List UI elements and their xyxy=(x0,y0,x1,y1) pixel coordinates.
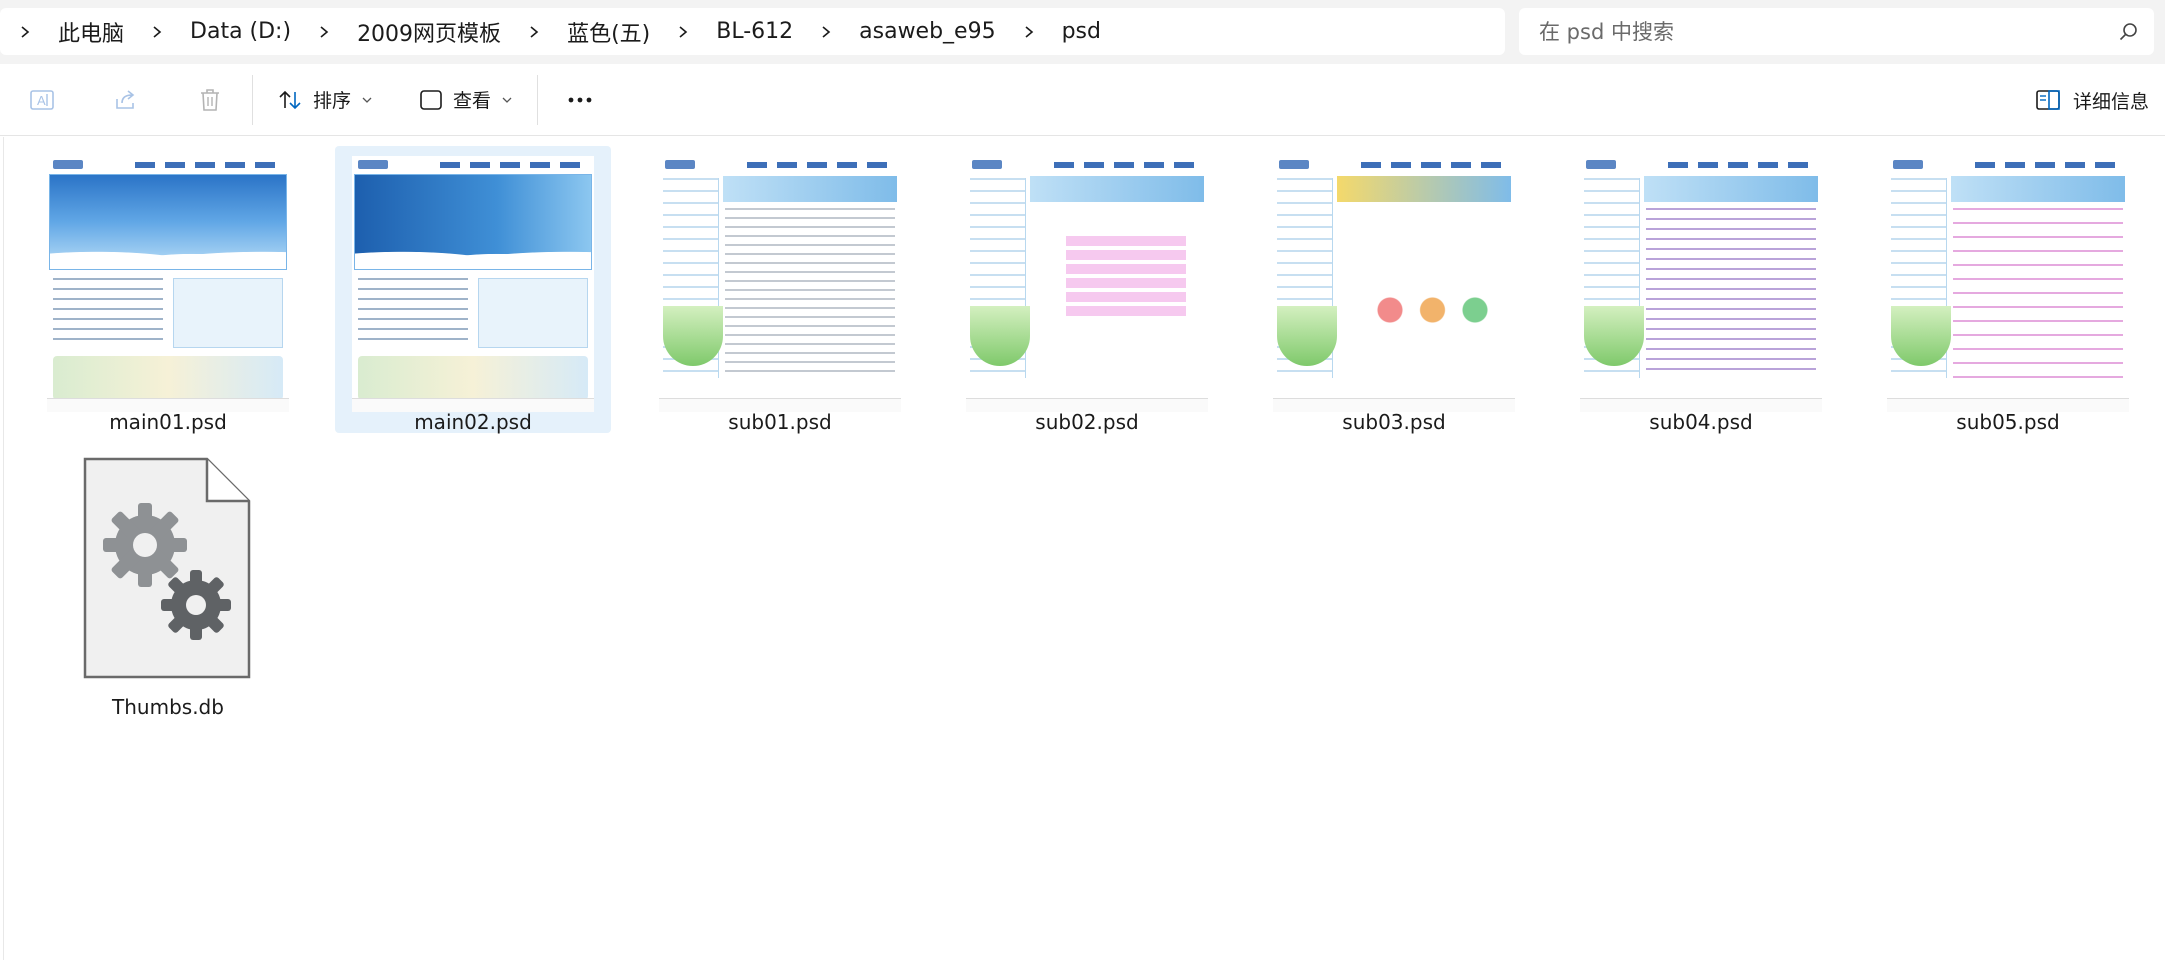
toolbar-divider xyxy=(252,74,253,125)
breadcrumb-item-data-drive[interactable]: Data (D:) xyxy=(182,19,299,44)
file-item-sub03[interactable]: sub03.psd xyxy=(1256,146,1532,442)
chevron-right-icon[interactable] xyxy=(521,19,547,45)
view-icon xyxy=(419,88,443,112)
breadcrumb-item-asaweb[interactable]: asaweb_e95 xyxy=(851,19,1003,44)
breadcrumb-label[interactable]: 蓝色(五) xyxy=(559,16,658,48)
share-icon xyxy=(113,87,139,113)
details-pane-icon xyxy=(2035,89,2061,111)
trash-icon xyxy=(198,87,222,113)
file-name[interactable]: sub01.psd xyxy=(642,410,918,434)
file-name[interactable]: Thumbs.db xyxy=(30,695,306,719)
breadcrumb-label[interactable]: Data (D:) xyxy=(182,19,299,44)
file-item-sub04[interactable]: sub04.psd xyxy=(1563,146,1839,442)
file-thumbnail xyxy=(1580,156,1822,412)
chevron-right-icon[interactable] xyxy=(813,19,839,45)
file-thumbnail xyxy=(1887,156,2129,412)
breadcrumb-item-blue-five[interactable]: 蓝色(五) xyxy=(559,16,658,48)
search-icon[interactable] xyxy=(2118,21,2140,43)
breadcrumb-label[interactable]: 2009网页模板 xyxy=(349,16,509,48)
system-file-icon xyxy=(83,457,251,679)
breadcrumb-item-this-pc[interactable]: 此电脑 xyxy=(50,16,132,48)
breadcrumb-label[interactable]: 此电脑 xyxy=(50,16,132,48)
chevron-down-icon xyxy=(361,89,373,111)
breadcrumb-label[interactable]: psd xyxy=(1054,19,1109,44)
breadcrumb-item-templates[interactable]: 2009网页模板 xyxy=(349,16,509,48)
file-item-sub01[interactable]: sub01.psd xyxy=(642,146,918,442)
details-pane-button[interactable]: 详细信息 xyxy=(2035,76,2149,124)
command-bar: A 排序 查看 详细信息 xyxy=(0,64,2165,136)
file-name[interactable]: sub04.psd xyxy=(1563,410,1839,434)
file-name[interactable]: sub03.psd xyxy=(1256,410,1532,434)
delete-button[interactable] xyxy=(182,76,238,124)
chevron-right-icon[interactable] xyxy=(1016,19,1042,45)
chevron-down-icon xyxy=(501,89,513,111)
file-item-main02[interactable]: main02.psd xyxy=(335,146,611,434)
search-box[interactable] xyxy=(1519,8,2154,55)
more-icon xyxy=(567,96,593,104)
view-label: 查看 xyxy=(453,90,492,112)
toolbar-divider xyxy=(537,74,539,125)
chevron-right-icon[interactable] xyxy=(144,19,170,45)
file-item-main01[interactable]: main01.psd xyxy=(30,146,306,442)
share-button[interactable] xyxy=(98,76,154,124)
chevron-right-icon[interactable] xyxy=(12,19,38,45)
file-item-sub02[interactable]: sub02.psd xyxy=(949,146,1225,442)
sort-icon xyxy=(277,87,303,113)
rename-icon: A xyxy=(29,87,55,113)
chevron-right-icon[interactable] xyxy=(311,19,337,45)
file-item-sub05[interactable]: sub05.psd xyxy=(1870,146,2146,442)
view-button[interactable]: 查看 xyxy=(409,76,523,124)
breadcrumb-label[interactable]: asaweb_e95 xyxy=(851,19,1003,44)
more-options-button[interactable] xyxy=(552,76,608,124)
file-name[interactable]: sub02.psd xyxy=(949,410,1225,434)
file-thumbnail xyxy=(352,156,594,412)
file-thumbnail xyxy=(659,156,901,412)
file-thumbnail xyxy=(47,156,289,412)
sort-button[interactable]: 排序 xyxy=(267,76,383,124)
rename-button[interactable]: A xyxy=(14,76,70,124)
file-thumbnail xyxy=(1273,156,1515,412)
breadcrumb-item-psd[interactable]: psd xyxy=(1054,19,1109,44)
svg-text:A: A xyxy=(37,93,46,108)
details-label: 详细信息 xyxy=(2072,90,2149,113)
address-row: 此电脑 Data (D:) 2009网页模板 蓝色(五) BL-612 asaw… xyxy=(0,0,2165,64)
breadcrumb-label[interactable]: BL-612 xyxy=(708,19,801,44)
chevron-right-icon[interactable] xyxy=(670,19,696,45)
file-name[interactable]: main01.psd xyxy=(30,410,306,434)
file-name[interactable]: sub05.psd xyxy=(1870,410,2146,434)
file-name[interactable]: main02.psd xyxy=(335,410,611,434)
file-thumbnail xyxy=(966,156,1208,412)
sort-label: 排序 xyxy=(313,90,352,112)
breadcrumb[interactable]: 此电脑 Data (D:) 2009网页模板 蓝色(五) BL-612 asaw… xyxy=(0,8,1505,55)
breadcrumb-item-bl-612[interactable]: BL-612 xyxy=(708,19,801,44)
navigation-pane-edge xyxy=(3,137,4,960)
search-input[interactable] xyxy=(1539,19,2099,44)
